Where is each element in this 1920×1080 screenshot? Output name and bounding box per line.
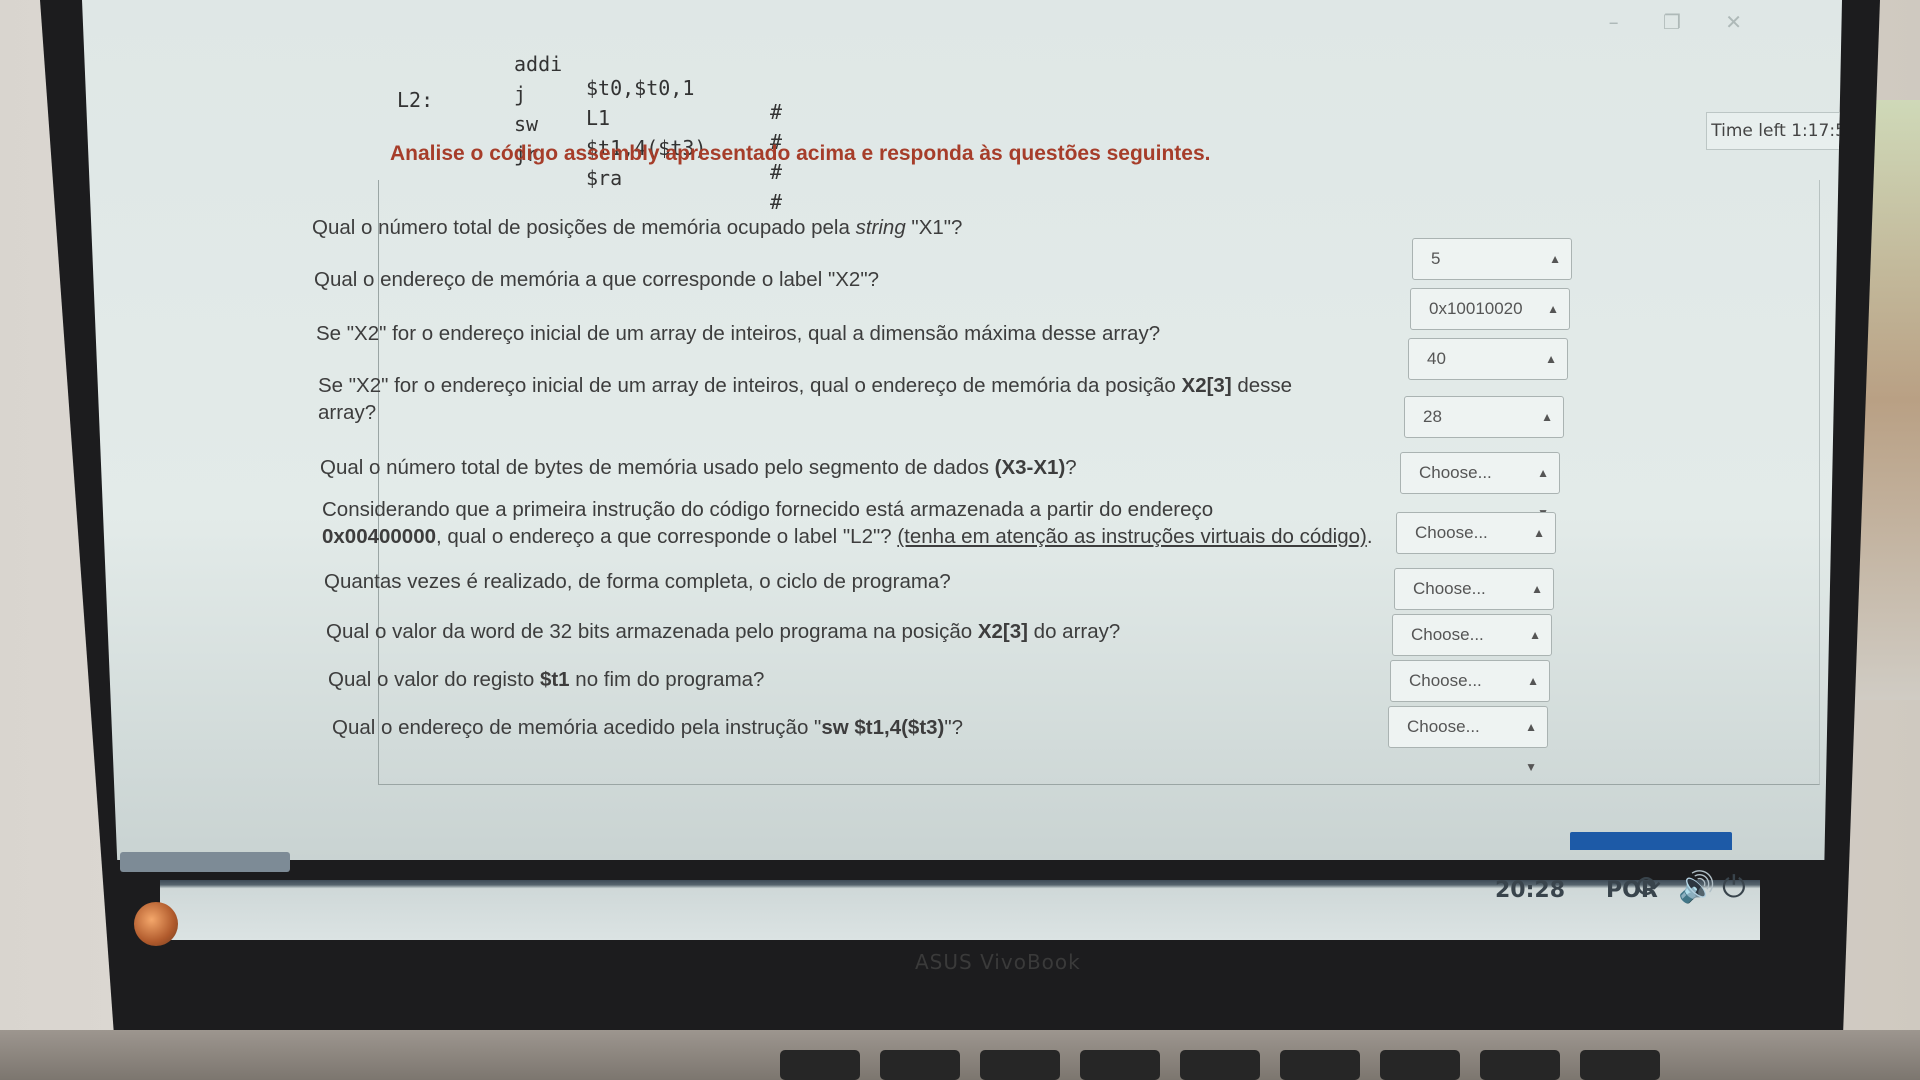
key	[1080, 1050, 1160, 1080]
question-8: Qual o valor da word de 32 bits armazena…	[326, 620, 1121, 643]
answer-select-2[interactable]: 0x10010020▲▼	[1410, 288, 1570, 356]
question-7: Quantas vezes é realizado, de forma comp…	[324, 570, 951, 593]
minimize-icon[interactable]: –	[1609, 10, 1619, 34]
answer-select-9[interactable]: Choose...▲▼	[1390, 660, 1550, 728]
time-left-badge: Time left 1:17:50	[1706, 112, 1842, 150]
key	[1480, 1050, 1560, 1080]
question-1: Qual o número total de posições de memór…	[312, 216, 963, 239]
key	[980, 1050, 1060, 1080]
key	[880, 1050, 960, 1080]
power-icon[interactable]: ⏻	[1722, 870, 1746, 905]
instructions-heading: Analise o código assembly apresentado ac…	[390, 142, 1211, 165]
answer-select-1[interactable]: 5▲▼	[1412, 238, 1572, 306]
answer-select-8[interactable]: Choose...▲▼	[1392, 614, 1552, 682]
window-controls: – ❐ ✕	[1571, 10, 1742, 34]
laptop-screen: addi $t0,$t0,1 # j L1 # L2: sw $t1,4($t3…	[82, 0, 1842, 860]
laptop-brand-logo: ASUS VivoBook	[915, 950, 1081, 974]
answer-select-6[interactable]: Choose...▲▼	[1396, 512, 1556, 580]
key	[780, 1050, 860, 1080]
start-menu-icon[interactable]	[134, 902, 178, 946]
select-arrows-icon: ▲▼	[1525, 720, 1537, 774]
question-6: Considerando que a primeira instrução do…	[322, 498, 1373, 548]
question-4: Se "X2" for o endereço inicial de um arr…	[318, 374, 1293, 424]
question-5: Qual o número total de bytes de memória …	[320, 456, 1077, 479]
virtual-instructions-link[interactable]: (tenha em atenção as instruções virtuais…	[897, 525, 1366, 548]
quiz-navigation-tab[interactable]	[120, 852, 290, 872]
answer-select-4[interactable]: 28▲▼	[1404, 396, 1564, 464]
refresh-icon[interactable]: ⟳	[1636, 870, 1661, 905]
volume-icon[interactable]: 🔊	[1678, 870, 1715, 905]
maximize-icon[interactable]: ❐	[1663, 10, 1681, 34]
key	[1380, 1050, 1460, 1080]
answer-select-3[interactable]: 40▲▼	[1408, 338, 1568, 406]
taskbar-clock[interactable]: 20:28	[1495, 878, 1565, 903]
close-icon[interactable]: ✕	[1725, 10, 1742, 34]
answer-select-7[interactable]: Choose...▲▼	[1394, 568, 1554, 636]
assembly-code: addi $t0,$t0,1 # j L1 # L2: sw $t1,4($t3…	[397, 0, 822, 214]
question-2: Qual o endereço de memória a que corresp…	[314, 268, 879, 291]
finish-attempt-button[interactable]	[1570, 832, 1732, 850]
answer-select-5[interactable]: Choose...▲▼	[1400, 452, 1560, 520]
key	[1280, 1050, 1360, 1080]
key	[1580, 1050, 1660, 1080]
answer-select-10[interactable]: Choose... ▲ ▼	[1388, 706, 1548, 774]
question-9: Qual o valor do registo $t1 no fim do pr…	[328, 668, 765, 691]
key	[1180, 1050, 1260, 1080]
question-3: Se "X2" for o endereço inicial de um arr…	[316, 322, 1161, 345]
question-10: Qual o endereço de memória acedido pela …	[332, 716, 964, 739]
